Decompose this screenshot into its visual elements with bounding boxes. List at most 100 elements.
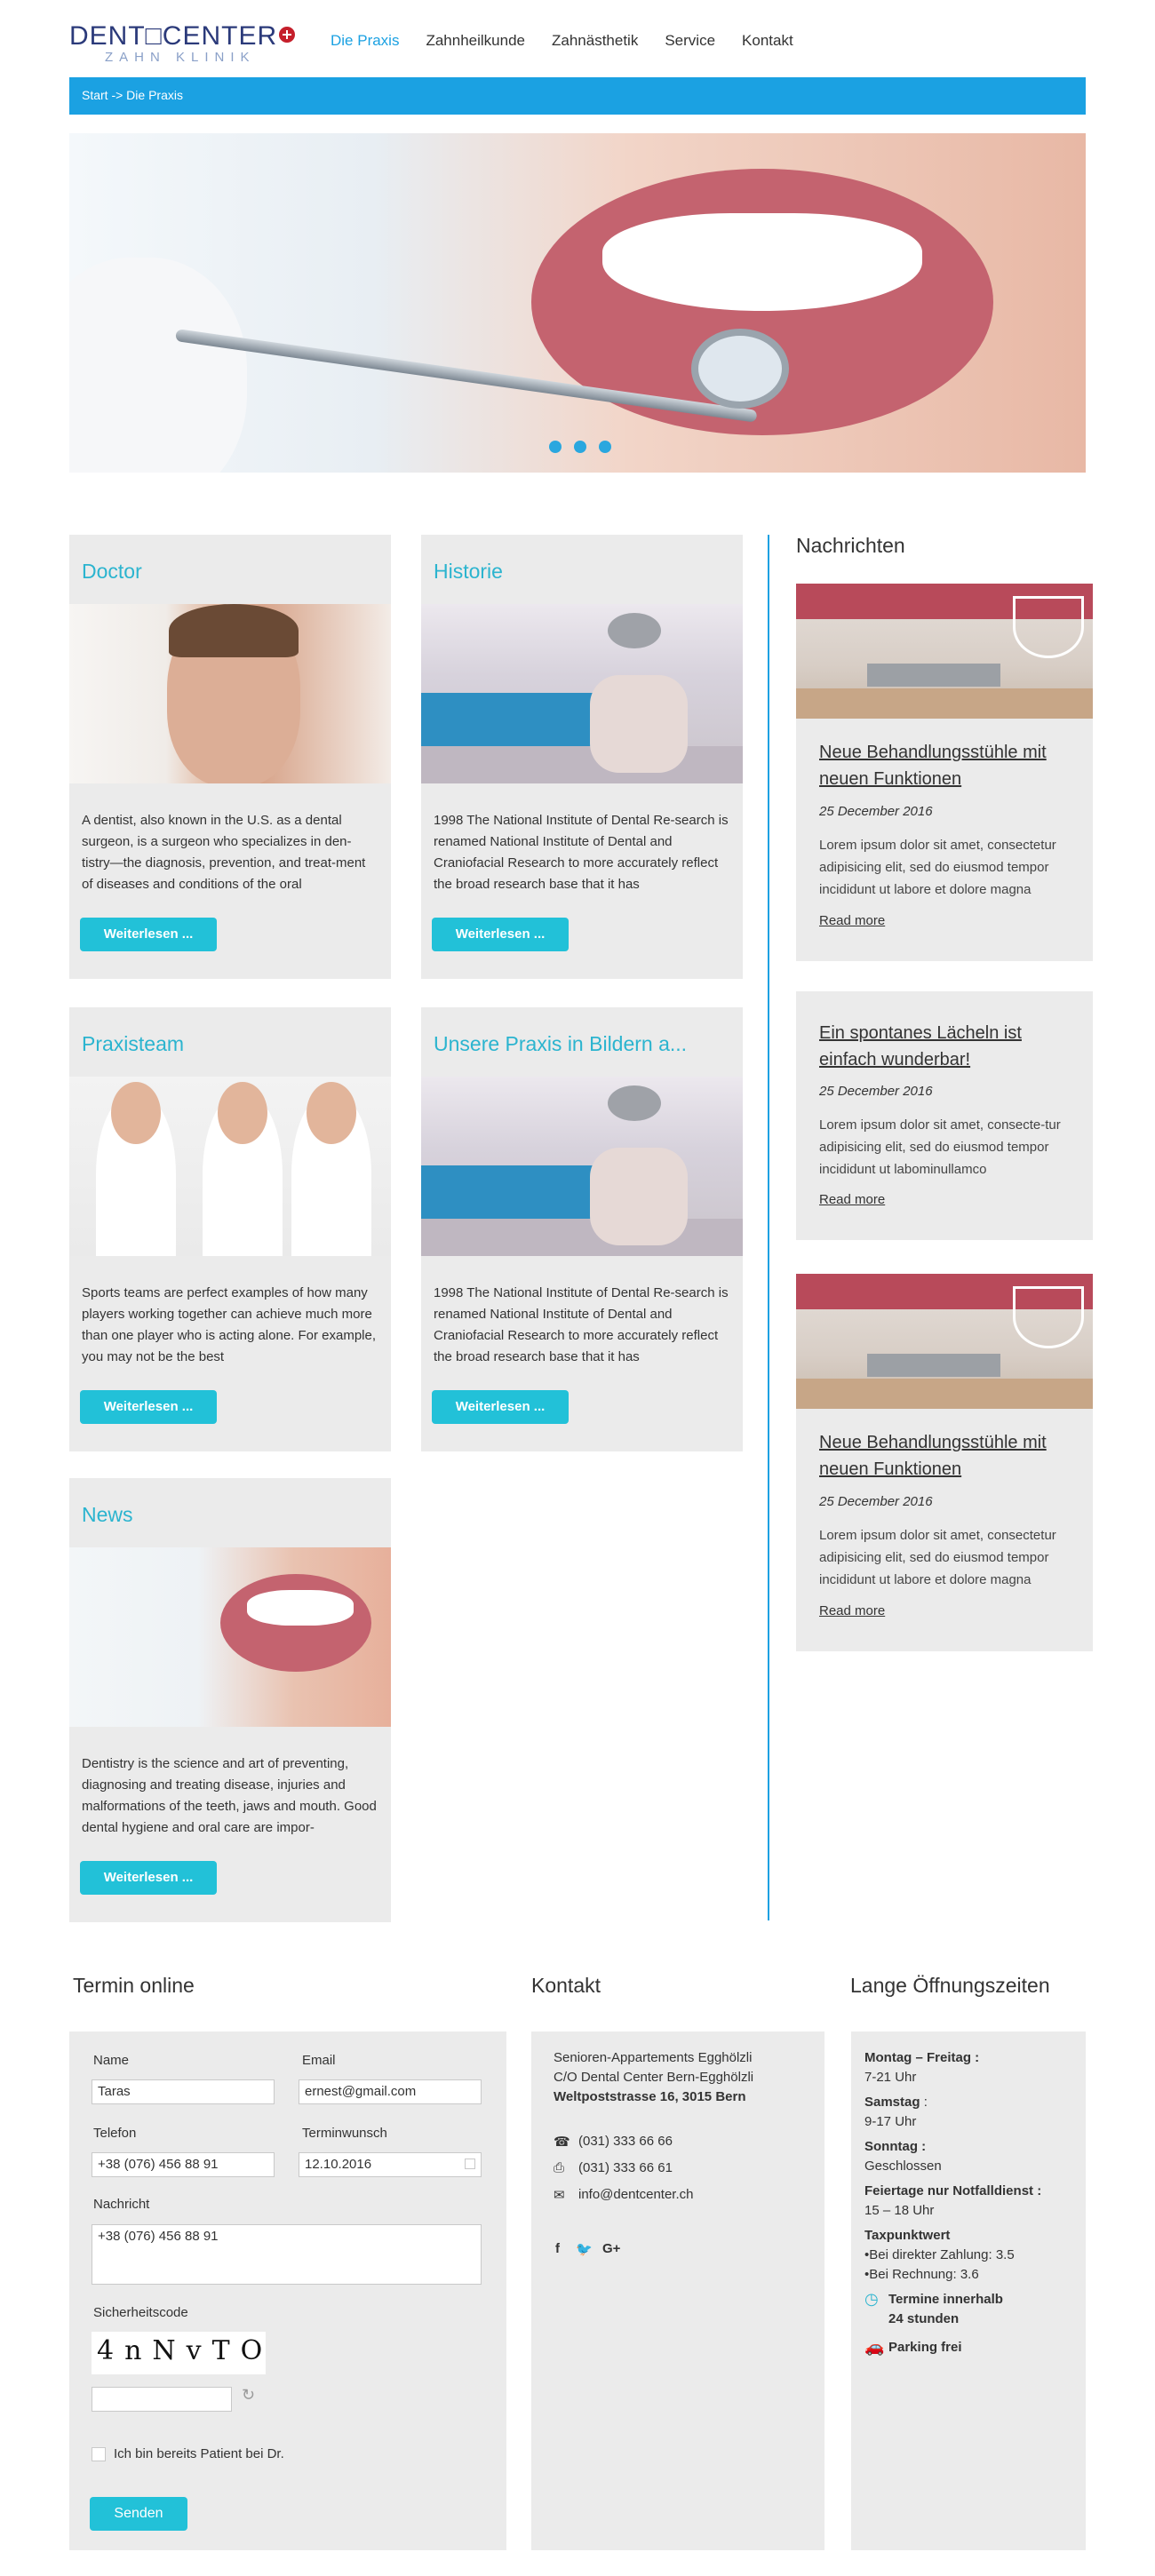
appointment-line-1: Termine innerhalb — [888, 2292, 1003, 2307]
logo[interactable]: DENT□CENTER ZAHN KLINIK — [69, 20, 295, 65]
nav-item-zahnaesthetik[interactable]: Zahnästhetik — [552, 32, 638, 50]
slider-dot-2[interactable] — [574, 441, 586, 453]
read-more-button[interactable]: Weiterlesen ... — [80, 1390, 217, 1424]
head-shape — [307, 1082, 356, 1144]
card-image-smile[interactable] — [69, 1547, 391, 1727]
appointment-form: Name Taras Email ernest@gmail.com Telefo… — [69, 2031, 506, 2550]
weekday-label: Montag – Freitag : — [864, 2050, 980, 2065]
news-item: Ein spontanes Lächeln ist einfach wunder… — [796, 991, 1093, 1240]
captcha-image: 4nNvTO — [92, 2332, 266, 2374]
phone-field[interactable]: +38 (076) 456 88 91 — [92, 2152, 275, 2177]
card-image-doctor[interactable] — [69, 604, 391, 783]
send-button[interactable]: Senden — [90, 2497, 187, 2531]
saturday-row: Samstag : — [864, 2095, 928, 2110]
teeth-shape — [247, 1590, 354, 1626]
floor-shape — [421, 1219, 743, 1256]
clock-icon: ◷ — [864, 2290, 879, 2308]
email-field[interactable]: ernest@gmail.com — [299, 2079, 482, 2104]
tax-direct: •Bei direkter Zahlung: 3.5 — [864, 2247, 1015, 2262]
hair-shape — [169, 604, 299, 657]
read-more-button[interactable]: Weiterlesen ... — [80, 918, 217, 951]
phone-number[interactable]: (031) 333 66 66 — [578, 2134, 673, 2149]
sunday-label: Sonntag : — [864, 2139, 927, 2154]
saturday-colon: : — [920, 2095, 928, 2110]
parking-text: Parking frei — [888, 2340, 962, 2355]
card-title[interactable]: Unsere Praxis in Bildern a... — [434, 1032, 727, 1056]
bowl-shape — [1013, 1286, 1084, 1348]
nav-item-die-praxis[interactable]: Die Praxis — [331, 32, 399, 50]
head-shape — [111, 1082, 161, 1144]
address-line-1: Senioren-Appartements Egghölzli — [554, 2050, 753, 2065]
nav-item-kontakt[interactable]: Kontakt — [742, 32, 793, 50]
news-image[interactable] — [796, 1274, 1093, 1409]
read-more-button[interactable]: Weiterlesen ... — [432, 918, 569, 951]
hours-heading: Lange Öffnungszeiten — [850, 1974, 1050, 1997]
read-more-button[interactable]: Weiterlesen ... — [432, 1390, 569, 1424]
hero-slider[interactable] — [69, 133, 1086, 473]
card-doctor: Doctor A dentist, also known in the U.S.… — [69, 535, 391, 979]
main-nav: Die Praxis Zahnheilkunde Zahnästhetik Se… — [331, 32, 793, 50]
slider-dots — [549, 441, 611, 453]
news-item: Neue Behandlungsstühle mit neuen Funktio… — [796, 584, 1093, 961]
email-label: Email — [302, 2053, 336, 2068]
news-image[interactable] — [796, 584, 1093, 719]
appointment-line-2: 24 stunden — [888, 2311, 960, 2326]
phone-icon: ☎ — [554, 2135, 570, 2150]
book-shape — [867, 1354, 1000, 1377]
news-title[interactable]: Neue Behandlungsstühle mit neuen Funktio… — [819, 1429, 1077, 1483]
message-field[interactable]: +38 (076) 456 88 91 — [92, 2224, 482, 2285]
slider-dot-3[interactable] — [599, 441, 611, 453]
news-text: Lorem ipsum dolor sit amet, consectetur … — [819, 838, 1056, 897]
wish-label: Terminwunsch — [302, 2126, 387, 2141]
cabinet-shape — [421, 1165, 617, 1219]
name-field[interactable]: Taras — [92, 2079, 275, 2104]
card-image-team[interactable] — [69, 1077, 391, 1256]
card-image-clinic[interactable] — [421, 604, 743, 783]
news-read-more-link[interactable]: Read more — [819, 1603, 885, 1618]
news-item: Neue Behandlungsstühle mit neuen Funktio… — [796, 1274, 1093, 1651]
news-read-more-link[interactable]: Read more — [819, 1192, 885, 1207]
dental-chair-shape — [590, 675, 688, 773]
patient-checkbox[interactable] — [92, 2447, 106, 2461]
news-heading: Nachrichten — [796, 534, 905, 557]
car-icon: 🚗 — [864, 2338, 885, 2356]
nav-item-service[interactable]: Service — [665, 32, 715, 50]
slider-dot-1[interactable] — [549, 441, 562, 453]
calendar-icon[interactable] — [465, 2159, 475, 2169]
news-date: 25 December 2016 — [819, 1494, 933, 1509]
captcha-label: Sicherheitscode — [93, 2305, 188, 2320]
phone-label: Telefon — [93, 2126, 137, 2141]
twitter-icon[interactable]: 🐦 — [576, 2241, 593, 2257]
date-field[interactable]: 12.10.2016 — [299, 2152, 482, 2177]
card-image-clinic[interactable] — [421, 1077, 743, 1256]
google-plus-icon[interactable]: G+ — [602, 2241, 620, 2256]
card-historie: Historie 1998 The National Institute of … — [421, 535, 743, 979]
table-shape — [796, 688, 1093, 719]
card-praxisteam: Praxisteam Sports teams are perfect exam… — [69, 1007, 391, 1451]
email-link[interactable]: info@dentcenter.ch — [578, 2187, 693, 2202]
news-title[interactable]: Neue Behandlungsstühle mit neuen Funktio… — [819, 739, 1077, 792]
breadcrumb[interactable]: Start -> Die Praxis — [69, 77, 1086, 115]
saturday-label: Samstag — [864, 2095, 920, 2110]
card-title[interactable]: News — [82, 1503, 375, 1527]
news-title[interactable]: Ein spontanes Lächeln ist einfach wunder… — [819, 1020, 1059, 1073]
news-text: Lorem ipsum dolor sit amet, consectetur … — [819, 1528, 1056, 1587]
fax-icon: ⎙ — [554, 2160, 565, 2175]
card-title[interactable]: Doctor — [82, 560, 375, 584]
termin-heading: Termin online — [73, 1974, 195, 1997]
card-title[interactable]: Historie — [434, 560, 727, 584]
card-title[interactable]: Praxisteam — [82, 1032, 375, 1056]
mail-icon: ✉ — [554, 2188, 565, 2203]
news-text: Lorem ipsum dolor sit amet, consecte-tur… — [819, 1117, 1061, 1177]
captcha-input[interactable] — [92, 2387, 232, 2412]
news-date: 25 December 2016 — [819, 804, 933, 819]
card-text: A dentist, also known in the U.S. as a d… — [82, 813, 366, 892]
read-more-button[interactable]: Weiterlesen ... — [80, 1861, 217, 1895]
holiday-label: Feiertage nur Notfalldienst : — [864, 2183, 1042, 2198]
refresh-icon[interactable]: ↻ — [242, 2387, 258, 2403]
news-read-more-link[interactable]: Read more — [819, 913, 885, 928]
nav-item-zahnheilkunde[interactable]: Zahnheilkunde — [426, 32, 525, 50]
facebook-icon[interactable]: f — [555, 2241, 560, 2256]
column-divider — [768, 535, 769, 1920]
tax-invoice: •Bei Rechnung: 3.6 — [864, 2267, 979, 2282]
